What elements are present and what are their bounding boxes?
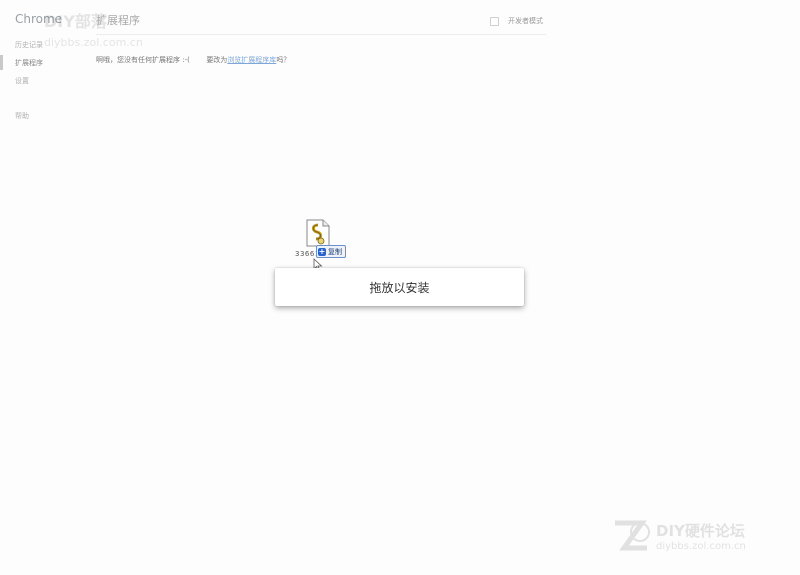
developer-mode-toggle[interactable]: 开发者模式 [490, 16, 543, 26]
watermark-bottom: DIY硬件论坛 diybbs.zol.com.cn [612, 518, 746, 554]
empty-extensions-message: 啊哦，您没有任何扩展程序 :-( 要改为浏览扩展程序库吗？ [96, 55, 290, 65]
sidebar-item-extensions[interactable]: 扩展程序 [15, 58, 43, 68]
sidebar-item-help[interactable]: 帮助 [15, 111, 29, 121]
plus-icon: + [318, 246, 326, 256]
watermark-logo-icon [615, 520, 650, 551]
sidebar-active-marker [0, 55, 3, 70]
browse-gallery-link[interactable]: 浏览扩展程序库 [227, 56, 276, 64]
watermark-bottom-url: diybbs.zol.com.cn [656, 541, 746, 552]
empty-message-middle: 要改为 [206, 56, 228, 64]
watermark-url: diybbs.zol.com.cn [44, 36, 143, 49]
empty-message-suffix: 吗？ [276, 56, 291, 64]
dragged-file-icon [306, 219, 330, 247]
empty-message-prefix: 啊哦，您没有任何扩展程序 :-( [96, 56, 190, 64]
developer-mode-checkbox[interactable] [490, 16, 499, 26]
drop-to-install-zone[interactable]: 拖放以安装 [275, 268, 524, 306]
copy-label: 复制 [328, 247, 342, 256]
header-divider [96, 34, 546, 35]
drop-to-install-label: 拖放以安装 [369, 280, 430, 295]
header-title: 扩展程序 [96, 14, 140, 27]
sidebar-item-history[interactable]: 历史记录 [15, 40, 43, 50]
watermark-bottom-brand: DIY硬件论坛 [656, 522, 745, 540]
copy-badge: + 复制 [316, 245, 346, 258]
sidebar-item-settings[interactable]: 设置 [15, 76, 29, 86]
developer-mode-label: 开发者模式 [508, 17, 543, 25]
